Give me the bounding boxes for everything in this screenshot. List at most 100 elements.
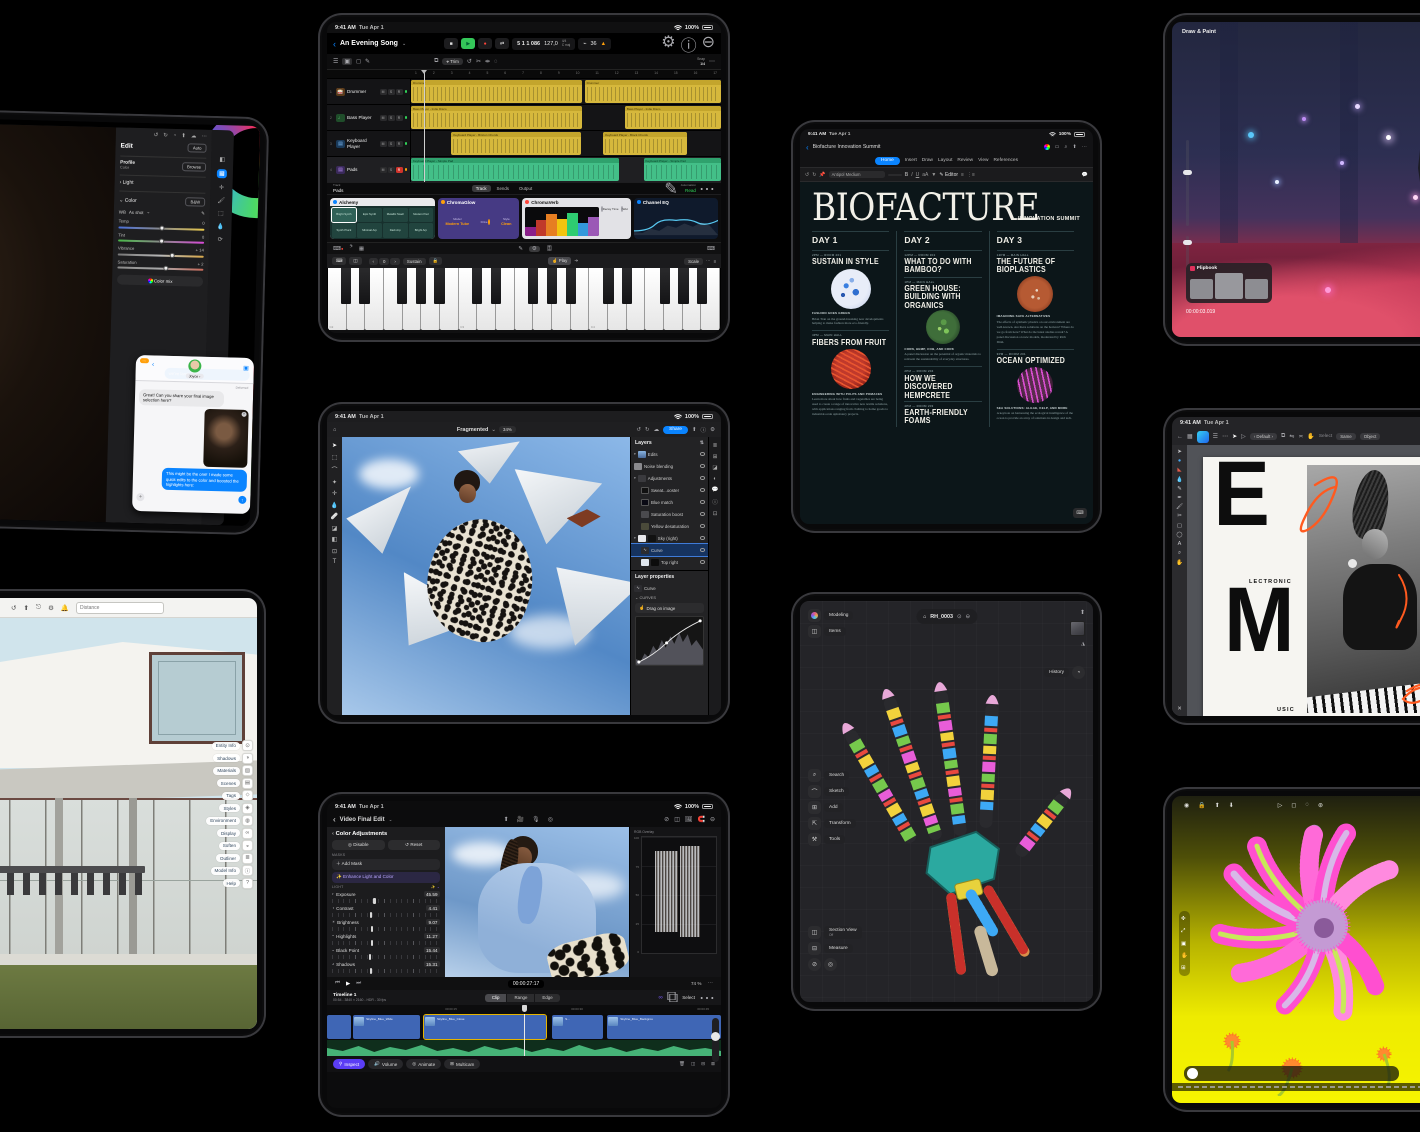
add-attachment-icon[interactable]: + <box>136 493 144 501</box>
region-icon[interactable]: ▣ <box>1181 941 1188 947</box>
undo-icon[interactable]: ↺ <box>805 172 809 178</box>
style-value[interactable]: Clean <box>501 222 511 226</box>
pin-icon[interactable]: 📌 <box>819 172 825 178</box>
mute-button[interactable]: M <box>380 89 387 95</box>
color-wheel-icon[interactable] <box>1044 144 1050 150</box>
visibility-icon[interactable] <box>700 524 705 527</box>
record-enable-button[interactable]: R <box>396 167 403 173</box>
song-title[interactable]: An Evening Song <box>340 40 398 47</box>
project-title[interactable]: Video Final Edit <box>340 817 385 823</box>
back-icon[interactable]: ‹ <box>333 39 336 49</box>
tracks-view-icon[interactable]: ☰ <box>333 58 338 65</box>
multicam-button[interactable]: ⊞ Multicam <box>444 1059 480 1069</box>
section-view-button[interactable]: Section ViewOff <box>824 926 862 939</box>
color-section[interactable]: Color <box>125 197 137 203</box>
slider-shadows[interactable]: ◕Shadows15.31 <box>332 961 440 973</box>
comment-icon[interactable]: 💬 <box>712 487 719 493</box>
display-icon[interactable]: ∞ <box>242 828 253 839</box>
trim-left-icon[interactable]: ⊟ <box>701 1061 705 1067</box>
bw-button[interactable]: B&W <box>185 197 205 207</box>
poster-canvas[interactable]: E LECTRONIC M USIC <box>1187 445 1420 716</box>
gradient-tool-icon[interactable]: ◧ <box>332 536 338 543</box>
shadows-icon[interactable]: ◑ <box>242 753 253 764</box>
frame-thumbnail-current[interactable] <box>1215 273 1242 299</box>
layer-row[interactable]: Yellow desaturation <box>631 520 708 532</box>
tab-view[interactable]: View <box>978 158 988 163</box>
home-icon[interactable]: ⌂ <box>333 427 336 433</box>
video-viewer[interactable] <box>445 827 629 977</box>
cycle-button[interactable]: ⇄ <box>495 38 509 49</box>
zoom-icon[interactable]: ⌕ <box>1178 550 1181 557</box>
scenes-icon[interactable]: ▤ <box>242 778 253 789</box>
tint-slider[interactable] <box>118 239 204 243</box>
tab-review[interactable]: Review <box>957 158 973 163</box>
notifications-icon[interactable]: 🔔 <box>61 604 69 612</box>
flipbook-panel[interactable]: Flipbook <box>1186 263 1272 303</box>
panel-outliner[interactable]: Outliner <box>216 854 240 862</box>
highlight-icon[interactable]: ▼ <box>931 172 936 178</box>
solo-button[interactable]: S <box>388 115 395 121</box>
list-icon[interactable]: ⋮≡ <box>967 172 975 178</box>
preset-button[interactable]: Epic Synth <box>357 208 382 223</box>
distance-input[interactable] <box>76 602 164 614</box>
preset-button[interactable]: Metallic Swell <box>383 208 408 223</box>
region[interactable]: Drummer <box>585 80 721 103</box>
materials-icon[interactable]: ▨ <box>242 765 253 776</box>
move-tool-icon[interactable]: ➤ <box>332 442 337 449</box>
panel-model-info[interactable]: Model Info <box>211 867 240 875</box>
panel-scenes[interactable]: Scenes <box>217 779 240 787</box>
lock-button[interactable]: 🔒 <box>429 257 442 265</box>
region[interactable]: Keyboard Player - Block Chords <box>603 132 687 155</box>
slider-knob[interactable] <box>1187 1068 1198 1079</box>
presets-icon[interactable]: ◧ <box>219 156 225 163</box>
scissors-icon[interactable]: ✂ <box>1177 513 1182 519</box>
scale-button[interactable]: Scale <box>684 258 703 265</box>
more-icon[interactable]: ⋯ <box>706 258 710 264</box>
align-icon[interactable]: ≡ <box>961 172 964 178</box>
snap-setting[interactable]: Snap1/4 <box>697 57 705 65</box>
tab-insert[interactable]: Insert <box>905 158 917 163</box>
bar-ruler[interactable]: 1234567891011121314151617 <box>327 70 721 78</box>
undo-icon[interactable]: ↺ <box>154 132 159 138</box>
device-preview-icon[interactable]: ▭ <box>1055 144 1060 151</box>
mode-clip[interactable]: Clip <box>485 994 507 1002</box>
visibility-icon[interactable] <box>700 548 705 551</box>
tab-references[interactable]: References <box>993 158 1018 163</box>
items-icon[interactable]: ◫ <box>808 625 821 638</box>
chromaglow-plugin[interactable]: ChromaGlow ModelModern Tube Drive StyleC… <box>438 198 519 239</box>
play-surface-button[interactable]: ☝ Play <box>548 257 571 265</box>
panel-help[interactable]: Help <box>223 879 240 887</box>
loop-browser-icon[interactable]: ◻ <box>356 58 361 65</box>
lcd-display[interactable]: 5 1 1 086 127,0 4/4C maj <box>512 38 575 50</box>
more-icon[interactable]: ⋯ <box>707 981 713 987</box>
save-icon[interactable]: ⬇ <box>1229 802 1234 809</box>
share-icon[interactable]: ⬆ <box>1215 802 1220 809</box>
ellipse-icon[interactable]: ◯ <box>1176 532 1182 538</box>
preset-button[interactable]: Bright Arp <box>409 223 434 238</box>
brush-icon[interactable]: 🖌 <box>1176 504 1183 510</box>
preset-button[interactable]: Minimal Arp <box>357 223 382 238</box>
tab-home[interactable]: Home <box>875 157 900 165</box>
record-enable-button[interactable]: R <box>396 141 403 147</box>
timeline-zoom[interactable]: 74 % <box>691 981 701 986</box>
info-icon[interactable]: ⓘ <box>712 498 718 506</box>
stop-button[interactable]: ■ <box>444 38 458 49</box>
node-tool-icon[interactable]: ▷ <box>1241 433 1246 440</box>
contact-name[interactable]: Joyce › <box>186 373 204 378</box>
eyedrop-icon[interactable]: 💧 <box>217 223 225 230</box>
text-style-icon[interactable]: aA <box>922 172 928 178</box>
panel-soften[interactable]: Soften <box>219 842 240 850</box>
settings-icon[interactable]: ⚙ <box>661 32 675 56</box>
tab-draw[interactable]: Draw <box>922 158 933 163</box>
alchemy-plugin[interactable]: Alchemy Bright Synth Epic Synth Metallic… <box>330 198 435 239</box>
frame-thumbnail[interactable] <box>1245 279 1268 299</box>
region[interactable]: Drummer <box>411 80 582 103</box>
slider-black-point[interactable]: ◒Black Point15.44 <box>332 947 440 959</box>
add-icon[interactable]: ⊞ <box>808 801 821 814</box>
timeline-zoom-slider[interactable] <box>712 1018 719 1062</box>
zoom-level[interactable]: 34% <box>499 426 516 433</box>
preset-button[interactable]: Synth Pluck <box>332 223 357 238</box>
track-row[interactable]: 1 🥁 Drummer MSR Drummer Drummer <box>327 78 721 104</box>
eyedropper-icon[interactable]: ✎ <box>201 211 205 217</box>
tab-layout[interactable]: Layout <box>938 158 952 163</box>
